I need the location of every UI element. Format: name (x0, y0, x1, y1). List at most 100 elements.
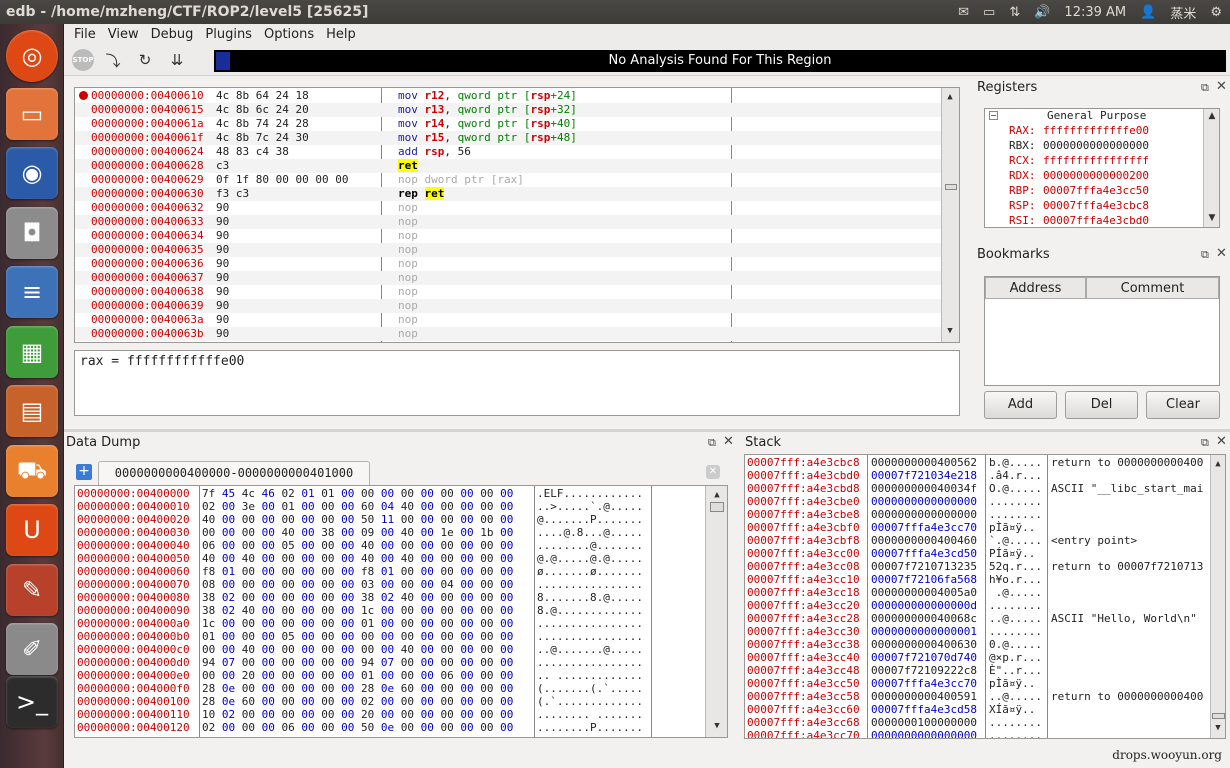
scroll-thumb[interactable] (1212, 713, 1225, 719)
disasm-operand: +32] (550, 103, 577, 116)
close-tab-icon[interactable]: ✕ (706, 465, 720, 479)
close-icon[interactable]: ✕ (1216, 79, 1227, 94)
power-icon[interactable]: ⚙ (1210, 5, 1222, 20)
disasm-row[interactable]: 00000000:00400628 c3 ret (75, 159, 941, 173)
disasm-row[interactable]: 00000000:00400636 90 nop (75, 257, 941, 271)
collapse-icon[interactable]: − (989, 111, 998, 120)
scroll-up-icon[interactable]: ▲ (1211, 457, 1225, 471)
text-editor-icon[interactable]: ✐ (6, 623, 58, 675)
close-icon[interactable]: ✕ (1216, 434, 1227, 449)
stack-address: 00007fff:a4e3cc58 (747, 690, 860, 703)
stack-scrollbar[interactable]: ▲ ▼ (1210, 455, 1225, 738)
breakpoint-icon[interactable] (79, 91, 88, 100)
dump-byte: 00 (500, 682, 514, 695)
disasm-row[interactable]: 00000000:00400638 90 nop (75, 285, 941, 299)
dump-tab[interactable]: 0000000000400000-0000000000401000 (98, 461, 370, 485)
dump-address: 00000000:00400070 (77, 578, 190, 591)
terminal-icon[interactable]: >_ (6, 676, 58, 728)
user-name[interactable]: 蒸米 (1170, 3, 1196, 22)
settings-icon[interactable]: ✎ (6, 564, 58, 616)
float-icon[interactable]: ⧉ (1201, 81, 1209, 95)
add-button[interactable]: Add (984, 391, 1057, 419)
dump-byte: 00 (460, 565, 474, 578)
registers-scrollbar[interactable]: ▲ ▼ (1203, 109, 1219, 227)
column-address[interactable]: Address (985, 277, 1086, 299)
disasm-row[interactable]: 00000000:00400635 90 nop (75, 243, 941, 257)
files-icon[interactable]: ▭ (6, 88, 58, 140)
disasm-row[interactable]: 00000000:00400633 90 nop (75, 215, 941, 229)
volume-icon[interactable]: 🔊 (1034, 5, 1050, 20)
dump-scrollbar[interactable]: ▲ ▼ (705, 486, 727, 737)
dump-byte: 00 (400, 513, 414, 526)
disasm-row[interactable]: 00000000:00400630 f3 c3 rep ret (75, 187, 941, 201)
disasm-row[interactable]: 00000000:00400637 90 nop (75, 271, 941, 285)
step-over-icon[interactable]: ↻ (132, 47, 158, 73)
float-icon[interactable]: ⧉ (1201, 248, 1209, 262)
software-center-icon[interactable]: ⛟ (6, 445, 58, 497)
disasm-row[interactable]: 00000000:00400634 90 nop (75, 229, 941, 243)
del-button[interactable]: Del (1065, 391, 1138, 419)
registers-view[interactable]: − General Purpose ▲ ▼ RAX: fffffffffffffe… (984, 108, 1220, 228)
scroll-thumb[interactable] (945, 184, 957, 190)
menu-view[interactable]: View (102, 27, 145, 42)
disasm-row[interactable]: 00000000:0040063b 90 nop (75, 327, 941, 341)
stop-icon[interactable]: STOP (72, 49, 94, 71)
disasm-row[interactable]: 00000000:00400632 90 nop (75, 201, 941, 215)
stack-address: 00007fff:a4e3cc00 (747, 547, 860, 560)
cpu-disassembly-view[interactable]: ▲ ▼ 00000000:00400610 4c 8b 64 24 18 mov r… (74, 87, 960, 343)
scroll-down-icon[interactable]: ▼ (1205, 211, 1219, 225)
writer-icon[interactable]: ≡ (6, 266, 58, 318)
disasm-row[interactable]: 00000000:0040061a 4c 8b 74 24 28 mov r14, … (75, 117, 941, 131)
ubuntu-logo-icon[interactable]: ◎ (6, 30, 58, 82)
disasm-row[interactable]: 00000000:00400624 48 83 c4 38 add rsp, 56 (75, 145, 941, 159)
bookmarks-table[interactable]: Address Comment (984, 276, 1220, 386)
disasm-row[interactable]: 00000000:0040063a 90 nop (75, 313, 941, 327)
impress-icon[interactable]: ▤ (6, 385, 58, 437)
clear-button[interactable]: Clear (1146, 391, 1220, 419)
ubuntu-one-icon[interactable]: U (6, 504, 58, 556)
calc-icon[interactable]: ▦ (6, 326, 58, 378)
scroll-down-icon[interactable]: ▼ (943, 324, 957, 338)
scroll-down-icon[interactable]: ▼ (1211, 721, 1225, 735)
cpu-scrollbar[interactable]: ▲ ▼ (941, 88, 959, 342)
clock[interactable]: 12:39 AM (1064, 5, 1126, 20)
disasm-row[interactable]: 00000000:00400610 4c 8b 64 24 18 mov r12, … (75, 89, 941, 103)
network-icon[interactable]: ⇅ (1009, 5, 1020, 20)
menu-help[interactable]: Help (320, 27, 362, 42)
scroll-thumb[interactable] (710, 502, 724, 512)
menu-options[interactable]: Options (258, 27, 320, 42)
scroll-down-icon[interactable]: ▼ (710, 719, 724, 733)
disasm-instruction: mov r15, qword ptr [rsp+48] (398, 131, 577, 144)
menu-plugins[interactable]: Plugins (199, 27, 258, 42)
dump-byte: 00 (440, 500, 454, 513)
disasm-row[interactable]: 00000000:00400615 4c 8b 6c 24 20 mov r13, … (75, 103, 941, 117)
scroll-up-icon[interactable]: ▲ (943, 90, 957, 104)
menu-debug[interactable]: Debug (145, 27, 200, 42)
step-out-icon[interactable]: ⇊ (164, 47, 190, 73)
scroll-up-icon[interactable]: ▲ (1205, 109, 1219, 123)
data-dump-view[interactable]: ▲ ▼ 00000000:00400000 7f 45 4c 46 02 01 0… (74, 485, 728, 738)
float-icon[interactable]: ⧉ (708, 436, 716, 450)
disasm-row[interactable]: 00000000:00400629 0f 1f 80 00 00 00 00 nop… (75, 173, 941, 187)
battery-icon[interactable]: ▭ (983, 5, 995, 20)
column-comment[interactable]: Comment (1086, 277, 1219, 299)
camera-icon[interactable]: ◘ (6, 207, 58, 259)
disasm-row[interactable]: 00000000:0040061f 4c 8b 7c 24 30 mov r15, … (75, 131, 941, 145)
float-icon[interactable]: ⧉ (1201, 436, 1209, 450)
stack-view[interactable]: ▲ ▼ 00007fff:a4e3cbc8 0000000000400562 b.@… (744, 454, 1226, 739)
dump-byte: 0e (221, 682, 236, 695)
close-icon[interactable]: ✕ (1216, 246, 1227, 261)
stack-address: 00007fff:a4e3cbf0 (747, 521, 860, 534)
close-icon[interactable]: ✕ (723, 434, 734, 449)
firefox-icon[interactable]: ◉ (6, 147, 58, 199)
mail-icon[interactable]: ✉ (958, 5, 969, 20)
scroll-up-icon[interactable]: ▲ (710, 488, 724, 502)
disasm-row[interactable]: 00000000:00400639 90 nop (75, 299, 941, 313)
step-into-icon[interactable]: ⤵ (100, 47, 126, 73)
disasm-address: 00000000:00400637 (91, 271, 204, 284)
menu-file[interactable]: File (68, 27, 102, 42)
splitter[interactable] (64, 429, 1230, 432)
add-tab-icon[interactable]: + (76, 464, 92, 480)
dump-byte: 20 (241, 669, 255, 682)
dump-byte: 00 (341, 552, 355, 565)
